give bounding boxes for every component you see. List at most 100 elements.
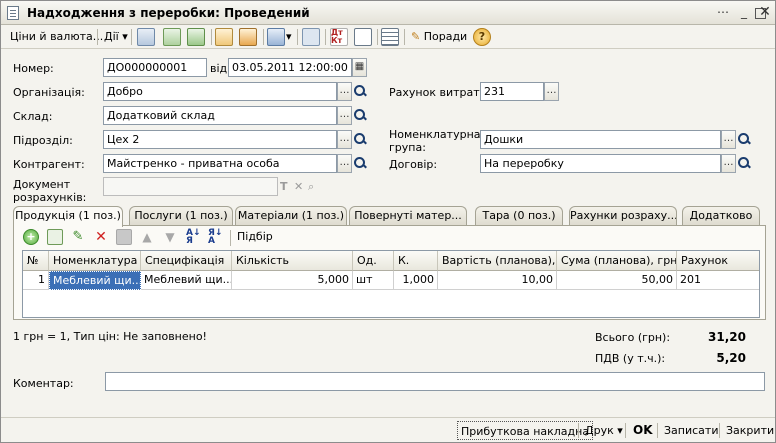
settlement-doc-label: Документ	[13, 178, 71, 191]
actions-menu-button[interactable]: Дії ▾	[101, 27, 131, 47]
ok-button[interactable]: OK	[630, 421, 656, 440]
copy-row-icon[interactable]	[47, 229, 63, 245]
sort-descending-icon[interactable]: Я↓ A	[208, 229, 224, 246]
number-label: Номер:	[13, 62, 54, 75]
cell-planned-cost[interactable]: 10,00	[438, 271, 557, 290]
selection-button[interactable]: Підбір	[234, 227, 276, 247]
counterparty-search-icon[interactable]	[352, 154, 367, 173]
more-icon[interactable]: ⋯	[715, 5, 731, 21]
table-toolbar: + ✎ ✕ ▲ ▼ A↓ Я Я↓ A Підбір	[14, 226, 765, 248]
window-title: Надходження з переробки: Проведений	[27, 6, 310, 20]
settlement-doc-field	[103, 177, 278, 196]
minimize-button[interactable]: _	[736, 5, 752, 21]
sort-ascending-icon[interactable]: A↓ Я	[186, 229, 202, 246]
add-row-icon[interactable]: +	[23, 229, 39, 245]
end-edit-icon	[116, 229, 132, 245]
nomenclature-group-search-icon[interactable]	[736, 130, 751, 149]
department-field[interactable]: Цех 2	[103, 130, 337, 149]
receipt-invoice-button[interactable]: Прибуткова накладна	[457, 421, 594, 440]
expense-account-select-button[interactable]: …	[544, 82, 559, 101]
tab-materials[interactable]: Матеріали (1 поз.)	[235, 206, 347, 226]
title-bar: Надходження з переробки: Проведений ⋯ _ …	[1, 1, 775, 25]
toolbar-separator	[404, 29, 405, 45]
structure-icon[interactable]	[302, 28, 320, 46]
type-icon: T	[280, 180, 288, 193]
department-search-icon[interactable]	[352, 130, 367, 149]
department-select-button[interactable]: …	[337, 130, 352, 149]
help-icon[interactable]: ?	[473, 28, 491, 46]
copy-document-icon[interactable]	[163, 28, 181, 46]
column-header-coefficient[interactable]: К.	[394, 251, 438, 271]
unpost-document-icon[interactable]	[239, 28, 257, 46]
settlement-search-icon: ⌕	[308, 180, 315, 193]
tips-button[interactable]: ✎ Поради	[408, 27, 470, 47]
tab-settlement-accounts[interactable]: Рахунки розраху...	[569, 206, 677, 226]
counterparty-field[interactable]: Майстренко - приватна особа	[103, 154, 337, 173]
comment-field[interactable]	[105, 372, 765, 391]
cell-coefficient[interactable]: 1,000	[394, 271, 438, 290]
journal-icon[interactable]	[354, 28, 372, 46]
column-header-number[interactable]: №	[23, 251, 49, 271]
bottom-separator	[578, 423, 579, 438]
column-header-planned-sum[interactable]: Сума (планова), грн.	[557, 251, 677, 271]
cell-number[interactable]: 1	[23, 271, 49, 290]
cell-account[interactable]: 201	[677, 271, 759, 290]
tab-products[interactable]: Продукція (1 поз.)	[13, 206, 123, 227]
organization-select-button[interactable]: …	[337, 82, 352, 101]
nomenclature-group-label: Номенклатурна	[389, 128, 481, 141]
new-document-icon[interactable]	[137, 28, 155, 46]
save-button[interactable]: Записати	[661, 421, 721, 440]
print-button[interactable]: Друк ▾	[582, 421, 626, 440]
toolbar-separator	[325, 29, 326, 45]
products-tab-panel: + ✎ ✕ ▲ ▼ A↓ Я Я↓ A Підбір № Номенклатура …	[13, 225, 766, 320]
column-header-nomenclature[interactable]: Номенклатура	[49, 251, 141, 271]
move-up-icon: ▲	[142, 230, 152, 244]
prices-currency-button[interactable]: Ціни й валюта...	[7, 27, 106, 47]
date-field[interactable]: 03.05.2011 12:00:00	[228, 58, 352, 77]
column-header-specification[interactable]: Специфікація	[141, 251, 232, 271]
column-header-planned-cost[interactable]: Вартість (планова), ...	[438, 251, 557, 271]
organization-field[interactable]: Добро	[103, 82, 337, 101]
cell-planned-sum[interactable]: 50,00	[557, 271, 677, 290]
column-header-quantity[interactable]: Кількість	[232, 251, 353, 271]
warehouse-field[interactable]: Додатковий склад	[103, 106, 337, 125]
column-header-account[interactable]: Рахунок	[677, 251, 759, 271]
calendar-icon[interactable]: ▦	[352, 58, 367, 77]
warehouse-select-button[interactable]: …	[337, 106, 352, 125]
based-on-icon[interactable]	[267, 28, 285, 46]
nomenclature-group-field[interactable]: Дошки	[480, 130, 721, 149]
close-button[interactable]: Закрити	[723, 421, 776, 440]
actions-label: Дії	[104, 30, 119, 43]
warehouse-search-icon[interactable]	[352, 106, 367, 125]
cell-unit[interactable]: шт	[353, 271, 394, 290]
nomenclature-group-select-button[interactable]: …	[721, 130, 736, 149]
post-document-icon[interactable]	[215, 28, 233, 46]
cell-nomenclature[interactable]: Меблевий щи...	[49, 271, 141, 290]
tab-containers[interactable]: Тара (0 поз.)	[475, 206, 563, 226]
delete-row-icon[interactable]: ✕	[93, 229, 109, 245]
bottom-separator	[657, 423, 658, 438]
toolbar-separator	[97, 29, 98, 45]
tab-returned-materials[interactable]: Повернуті матер...	[349, 206, 467, 226]
contract-select-button[interactable]: …	[721, 154, 736, 173]
number-field[interactable]: ДО000000001	[103, 58, 207, 77]
contract-field[interactable]: На переробку	[480, 154, 721, 173]
edit-row-icon[interactable]: ✎	[70, 229, 86, 245]
movements-icon[interactable]: Дт Кт	[330, 28, 348, 46]
cell-specification[interactable]: Меблевий щи...	[141, 271, 232, 290]
close-icon[interactable]: ✕	[757, 5, 773, 21]
total-label: Всього (грн):	[595, 331, 671, 344]
contract-search-icon[interactable]	[736, 154, 751, 173]
based-on-dropdown-icon[interactable]: ▾	[286, 27, 292, 47]
list-settings-icon[interactable]	[381, 28, 399, 46]
counterparty-select-button[interactable]: …	[337, 154, 352, 173]
organization-search-icon[interactable]	[352, 82, 367, 101]
expense-account-field[interactable]: 231	[480, 82, 544, 101]
tab-additional[interactable]: Додатково	[682, 206, 760, 226]
column-header-unit[interactable]: Од.	[353, 251, 394, 271]
tab-services[interactable]: Послуги (1 поз.)	[129, 206, 233, 226]
total-value: 31,20	[708, 330, 746, 344]
toolbar-separator	[263, 29, 264, 45]
refresh-icon[interactable]	[187, 28, 205, 46]
cell-quantity[interactable]: 5,000	[232, 271, 353, 290]
